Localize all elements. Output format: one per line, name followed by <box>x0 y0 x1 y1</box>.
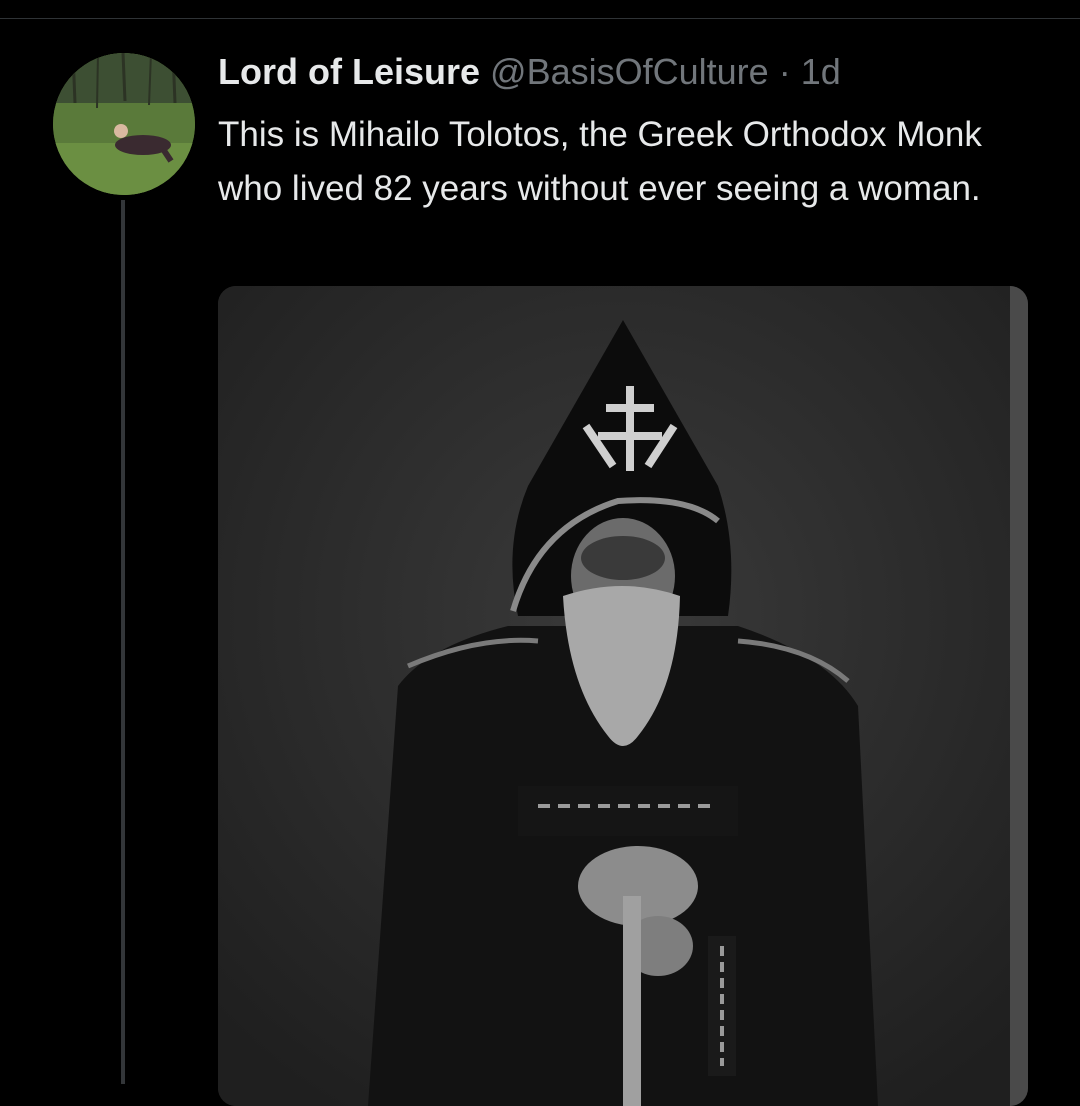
monk-photo-icon <box>218 286 1028 1106</box>
user-avatar[interactable] <box>53 53 195 195</box>
avatar-photo-icon <box>53 53 195 195</box>
tweet-media[interactable] <box>218 286 1028 1106</box>
tweet-header: Lord of Leisure @BasisOfCulture · 1d <box>218 52 841 92</box>
user-handle[interactable]: @BasisOfCulture <box>490 51 769 92</box>
tweet-timestamp[interactable]: 1d <box>801 51 841 92</box>
thread-line <box>121 200 125 1084</box>
tweet-text: This is Mihailo Tolotos, the Greek Ortho… <box>218 115 982 208</box>
separator-dot: · <box>778 51 791 92</box>
top-divider <box>0 18 1080 19</box>
display-name[interactable]: Lord of Leisure <box>218 51 480 92</box>
